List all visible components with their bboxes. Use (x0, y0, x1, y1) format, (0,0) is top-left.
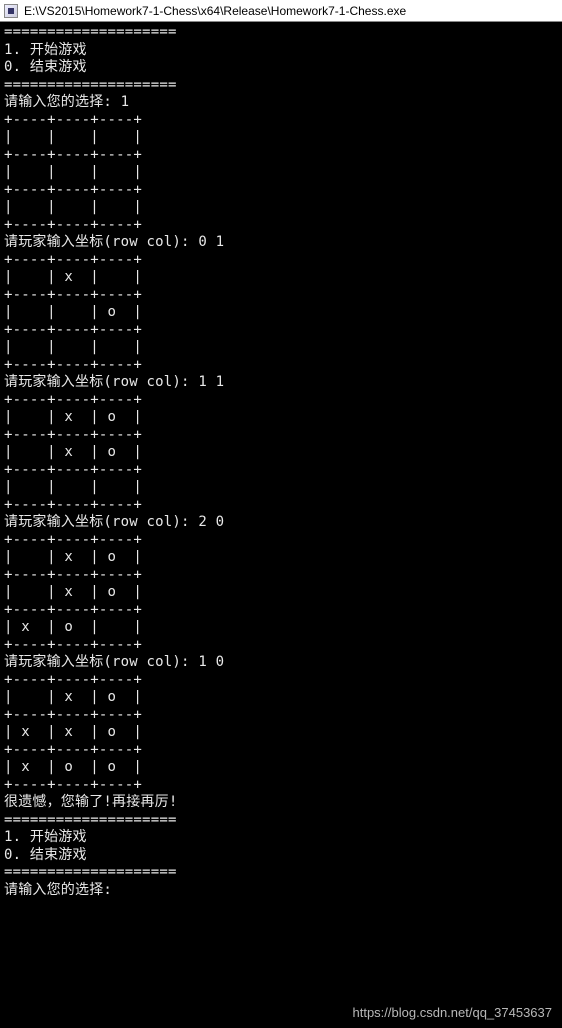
watermark: https://blog.csdn.net/qq_37453637 (353, 1005, 553, 1020)
window-title-bar: E:\VS2015\Homework7-1-Chess\x64\Release\… (0, 0, 562, 22)
console-output: ==================== 1. 开始游戏 0. 结束游戏 ===… (0, 22, 562, 901)
window-title: E:\VS2015\Homework7-1-Chess\x64\Release\… (24, 4, 406, 18)
app-icon (4, 4, 18, 18)
